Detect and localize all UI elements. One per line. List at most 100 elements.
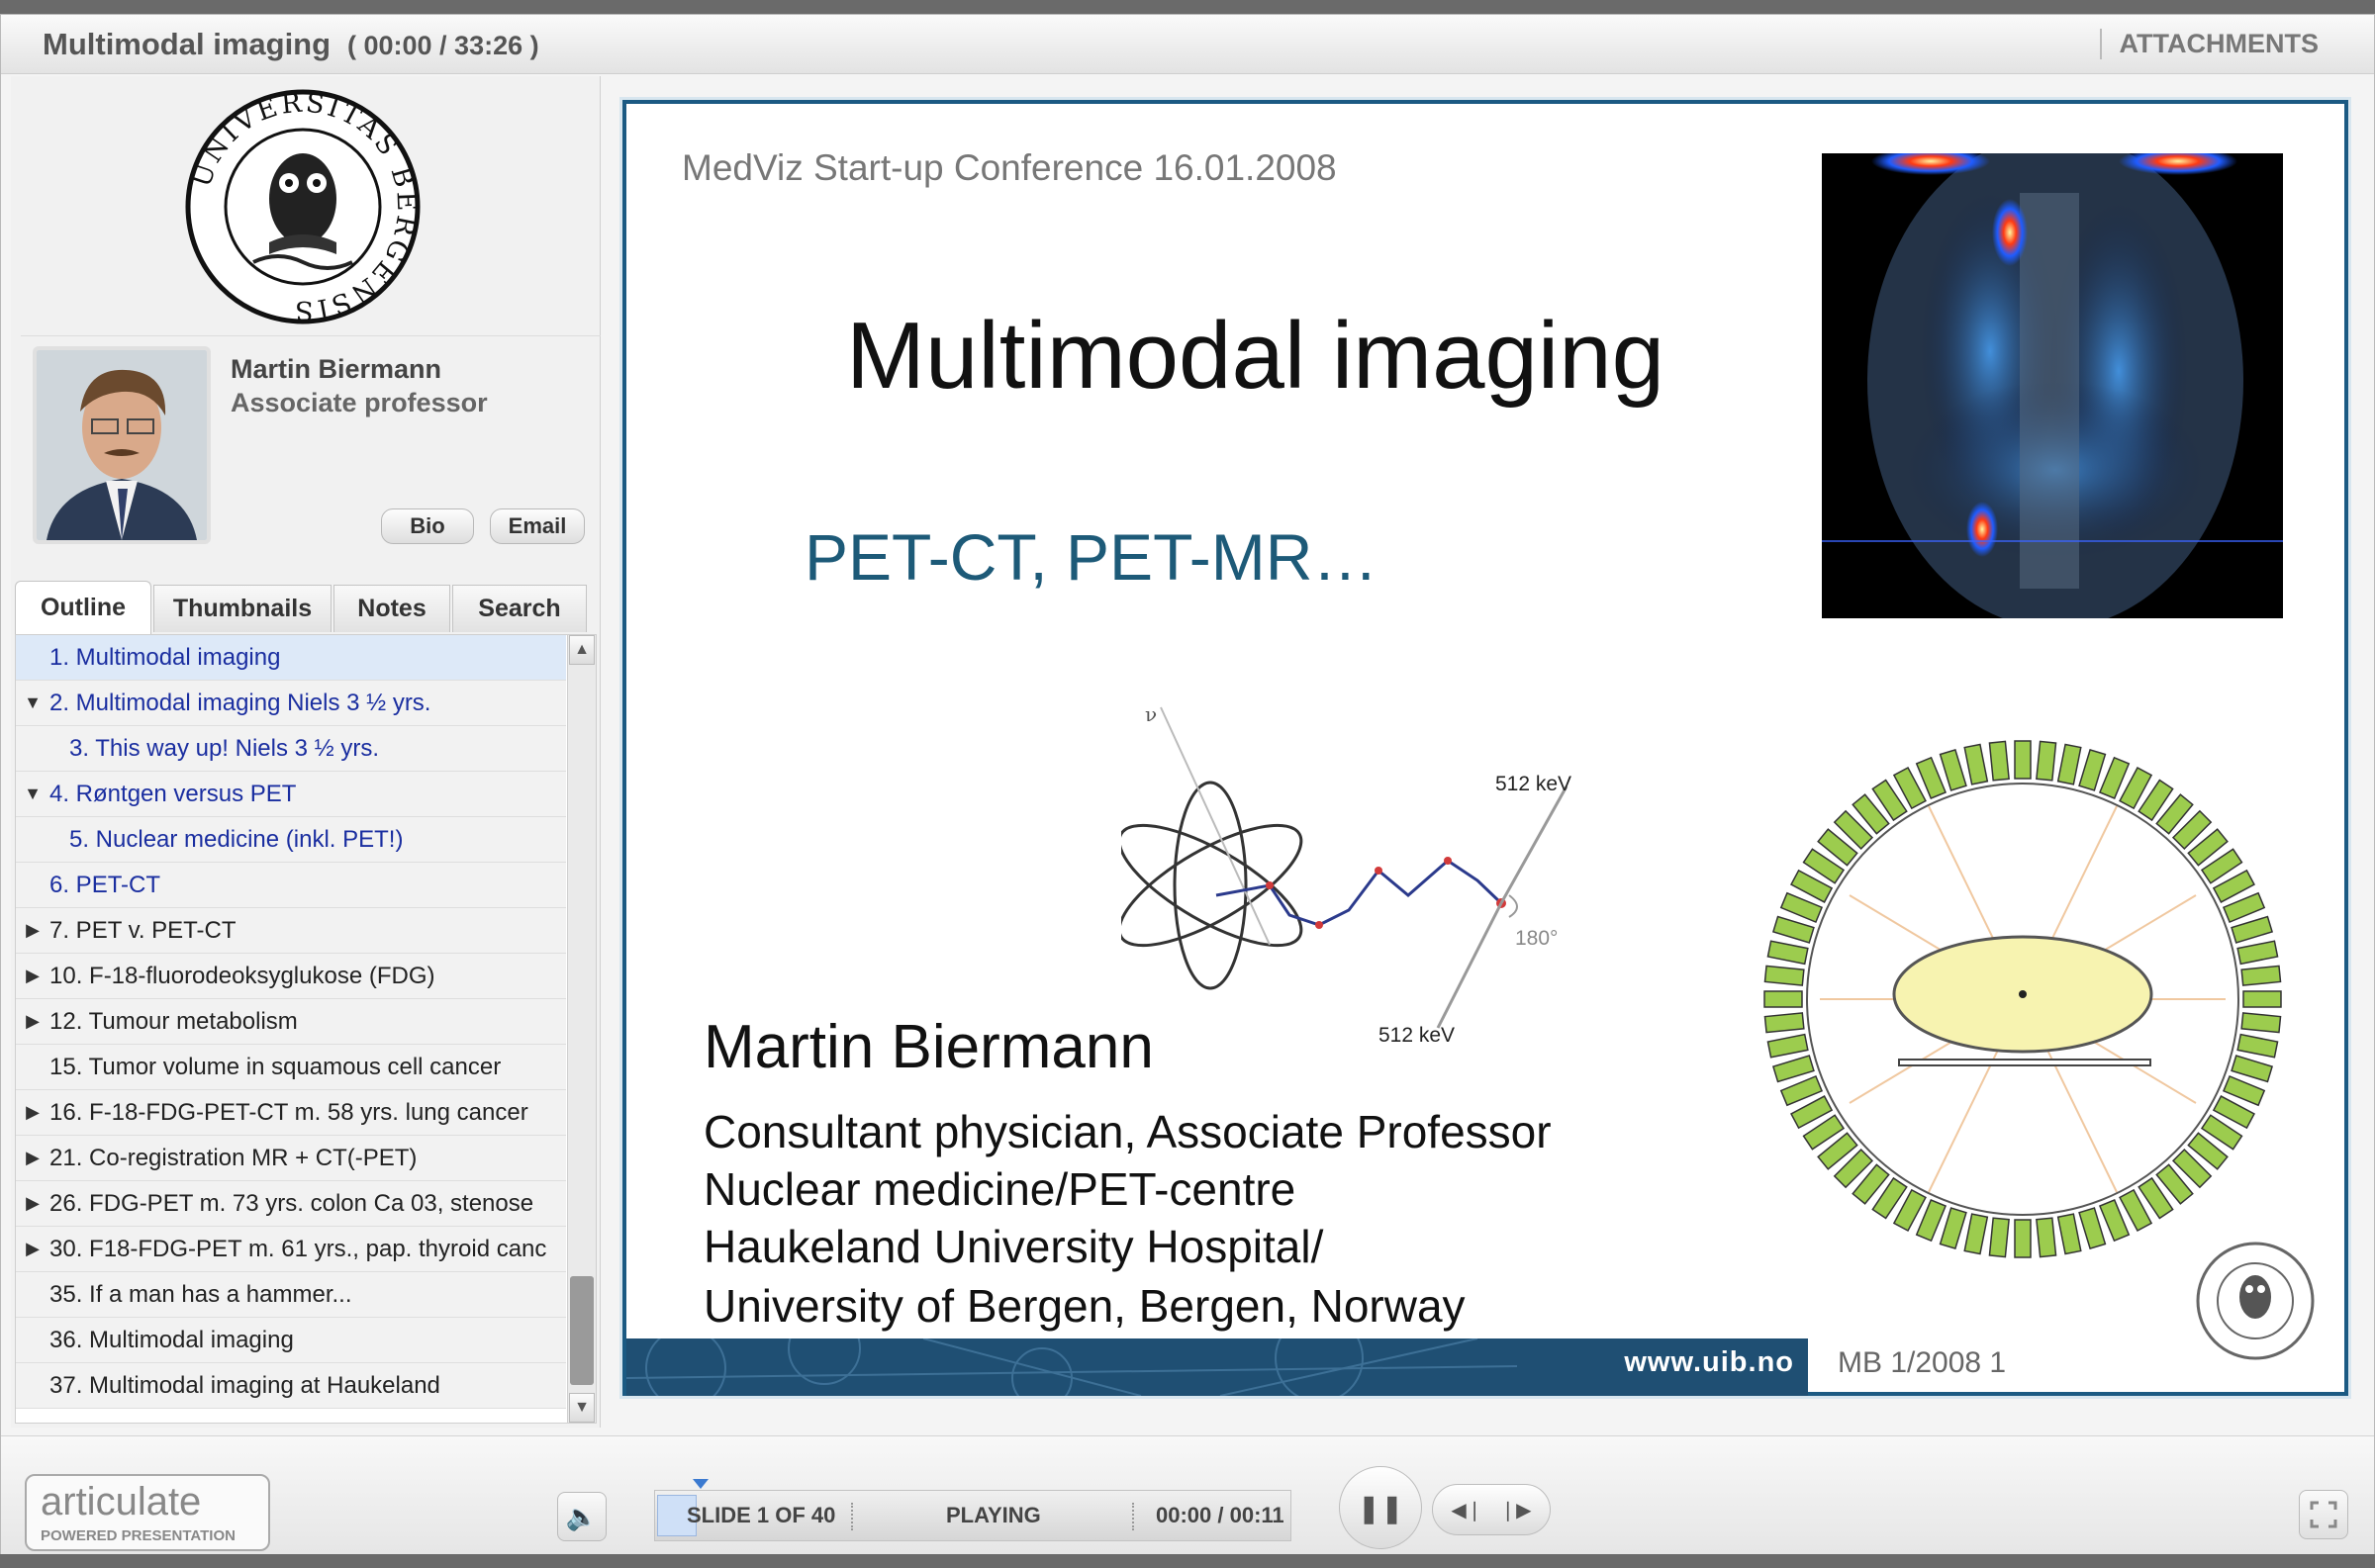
- detector-segment: [2231, 915, 2274, 944]
- scroll-thumb[interactable]: [570, 1276, 594, 1385]
- outline-item[interactable]: ▶ 21. Co-registration MR + CT(-PET): [16, 1136, 566, 1181]
- tab-thumbnails[interactable]: Thumbnails: [153, 585, 332, 632]
- previous-slide-icon[interactable]: ◀❘: [1451, 1498, 1482, 1522]
- slide-progress-bar[interactable]: SLIDE 1 OF 40 PLAYING 00:00 / 00:11: [654, 1479, 1291, 1541]
- scroll-up-icon[interactable]: ▲: [569, 635, 595, 665]
- total-time: ( 00:00 / 33:26 ): [347, 31, 539, 60]
- expand-arrow-icon[interactable]: ▶: [22, 1239, 44, 1259]
- outline-item[interactable]: ▶ 30. F18-FDG-PET m. 61 yrs., pap. thyroi…: [16, 1227, 566, 1272]
- detector-segment: [1763, 965, 1805, 986]
- bio-button[interactable]: Bio: [381, 508, 474, 544]
- outline-item-label: 4. Røntgen versus PET: [49, 780, 297, 807]
- playback-status: PLAYING: [946, 1503, 1041, 1527]
- pause-button[interactable]: ❚❚: [1339, 1466, 1422, 1549]
- detector-segment: [1963, 743, 1989, 785]
- presenter-name: Martin Biermann: [704, 1013, 1154, 1081]
- pet-ct-scan-image: [1822, 153, 2283, 618]
- outline-item[interactable]: 35. If a man has a hammer...: [16, 1272, 566, 1318]
- next-slide-icon[interactable]: ❘▶: [1499, 1498, 1531, 1522]
- angle-label: 180°: [1515, 927, 1558, 950]
- attachments-button[interactable]: ATTACHMENTS: [2099, 29, 2319, 59]
- outline-item[interactable]: 3. This way up! Niels 3 ½ yrs.: [16, 726, 566, 772]
- outline-item-label: 16. F-18-FDG-PET-CT m. 58 yrs. lung canc…: [49, 1098, 528, 1126]
- outline-item-label: 7. PET v. PET-CT: [49, 916, 237, 944]
- expand-arrow-icon[interactable]: ▶: [22, 920, 44, 941]
- collapse-arrow-icon[interactable]: ▼: [22, 784, 44, 804]
- presenter-line: Haukeland University Hospital/: [704, 1221, 1324, 1272]
- outline-item[interactable]: ▶ 16. F-18-FDG-PET-CT m. 58 yrs. lung can…: [16, 1090, 566, 1136]
- detector-segment: [2078, 748, 2107, 791]
- detector-segment: [2056, 1213, 2082, 1255]
- articulate-logo: articulate POWERED PRESENTATION: [25, 1474, 270, 1551]
- outline-item-label: 6. PET-CT: [49, 871, 161, 898]
- outline-item[interactable]: 15. Tumor volume in squamous cell cancer: [16, 1045, 566, 1090]
- sidebar-tabs: Outline Thumbnails Notes Search: [13, 581, 593, 634]
- detector-segment: [1963, 1213, 1989, 1255]
- outline-item-label: 26. FDG-PET m. 73 yrs. colon Ca 03, sten…: [49, 1189, 534, 1217]
- presenter-line: University of Bergen, Bergen, Norway: [704, 1280, 1466, 1332]
- expand-arrow-icon[interactable]: ▶: [22, 1102, 44, 1123]
- expand-arrow-icon[interactable]: ▶: [22, 1011, 44, 1032]
- speaker-photo: [33, 346, 211, 544]
- outline-item[interactable]: 6. PET-CT: [16, 863, 566, 908]
- scroll-down-icon[interactable]: ▼: [569, 1393, 595, 1423]
- outline-item[interactable]: 5. Nuclear medicine (inkl. PET!): [16, 817, 566, 863]
- outline-item[interactable]: ▼ 2. Multimodal imaging Niels 3 ½ yrs.: [16, 681, 566, 726]
- outline-item-label: 10. F-18-fluorodeoksyglukose (FDG): [49, 962, 435, 989]
- email-button[interactable]: Email: [490, 508, 585, 544]
- collapse-arrow-icon[interactable]: ▼: [22, 692, 44, 713]
- outline-item[interactable]: 36. Multimodal imaging: [16, 1318, 566, 1363]
- outline-item[interactable]: 37. Multimodal imaging at Haukeland: [16, 1363, 566, 1409]
- outline-item-label: 30. F18-FDG-PET m. 61 yrs., pap. thyroid…: [49, 1235, 547, 1262]
- energy-label-top: 512 keV: [1495, 773, 1571, 795]
- volume-icon[interactable]: 🔈: [557, 1492, 607, 1541]
- detector-segment: [1763, 990, 1803, 1008]
- detector-segment: [1771, 1055, 1815, 1083]
- detector-segment: [1988, 1217, 2010, 1258]
- outline-item[interactable]: ▶ 26. FDG-PET m. 73 yrs. colon Ca 03, ste…: [16, 1181, 566, 1227]
- speaker-role: Associate professor: [231, 388, 488, 417]
- slide-counter: SLIDE 1 OF 40: [687, 1503, 836, 1527]
- detector-segment: [2036, 740, 2057, 782]
- outline-item-label: 36. Multimodal imaging: [49, 1326, 294, 1353]
- detector-segment: [1988, 740, 2010, 782]
- slide-subtitle: PET-CT, PET-MR…: [805, 520, 1378, 594]
- university-seal-logo: UNIVERSITAS BERGENSIS: [185, 88, 421, 325]
- outline-item-label: 5. Nuclear medicine (inkl. PET!): [69, 825, 404, 853]
- slide-footer-text: MB 1/2008 1: [1838, 1346, 2007, 1379]
- slide-conference: MedViz Start-up Conference 16.01.2008: [682, 147, 1337, 188]
- player-window: Multimodal imaging ( 00:00 / 33:26 ) ATT…: [0, 14, 2375, 1554]
- detector-segment: [2014, 1219, 2032, 1258]
- presentation-title: Multimodal imaging: [43, 27, 332, 61]
- neutrino-label: ν: [1145, 702, 1157, 726]
- presenter-line: Nuclear medicine/PET-centre: [704, 1163, 1296, 1215]
- expand-arrow-icon[interactable]: ▶: [22, 966, 44, 986]
- detector-segment: [2236, 1033, 2279, 1059]
- outline-item-label: 3. This way up! Niels 3 ½ yrs.: [69, 734, 380, 762]
- outline-item[interactable]: ▶ 10. F-18-fluorodeoksyglukose (FDG): [16, 954, 566, 999]
- outline-item[interactable]: ▼ 4. Røntgen versus PET: [16, 772, 566, 817]
- outline-item-label: 37. Multimodal imaging at Haukeland: [49, 1371, 440, 1399]
- outline-item[interactable]: ▶ 7. PET v. PET-CT: [16, 908, 566, 954]
- player-controls: articulate POWERED PRESENTATION 🔈 SLIDE …: [1, 1435, 2374, 1554]
- speaker-name: Martin Biermann: [231, 354, 442, 384]
- detector-segment: [2078, 1207, 2107, 1250]
- tab-search[interactable]: Search: [452, 585, 587, 632]
- tab-notes[interactable]: Notes: [333, 585, 450, 632]
- progress-knob[interactable]: [693, 1479, 709, 1489]
- fullscreen-icon[interactable]: [2299, 1490, 2348, 1539]
- outline-item-label: 21. Co-registration MR + CT(-PET): [49, 1144, 418, 1171]
- outline-item[interactable]: 1. Multimodal imaging: [16, 635, 566, 681]
- brand-subtitle: POWERED PRESENTATION: [41, 1527, 236, 1544]
- detector-segment: [1771, 915, 1815, 944]
- detector-segment: [2240, 965, 2282, 986]
- outline-scrollbar[interactable]: ▲ ▼: [567, 634, 597, 1424]
- detector-segment: [2242, 990, 2282, 1008]
- brand-name: articulate: [41, 1480, 202, 1523]
- pause-icon: ❚❚: [1357, 1492, 1404, 1523]
- expand-arrow-icon[interactable]: ▶: [22, 1193, 44, 1214]
- pet-detector-ring-diagram: [1763, 740, 2282, 1258]
- outline-item[interactable]: ▶ 12. Tumour metabolism: [16, 999, 566, 1045]
- expand-arrow-icon[interactable]: ▶: [22, 1148, 44, 1168]
- tab-outline[interactable]: Outline: [15, 581, 151, 634]
